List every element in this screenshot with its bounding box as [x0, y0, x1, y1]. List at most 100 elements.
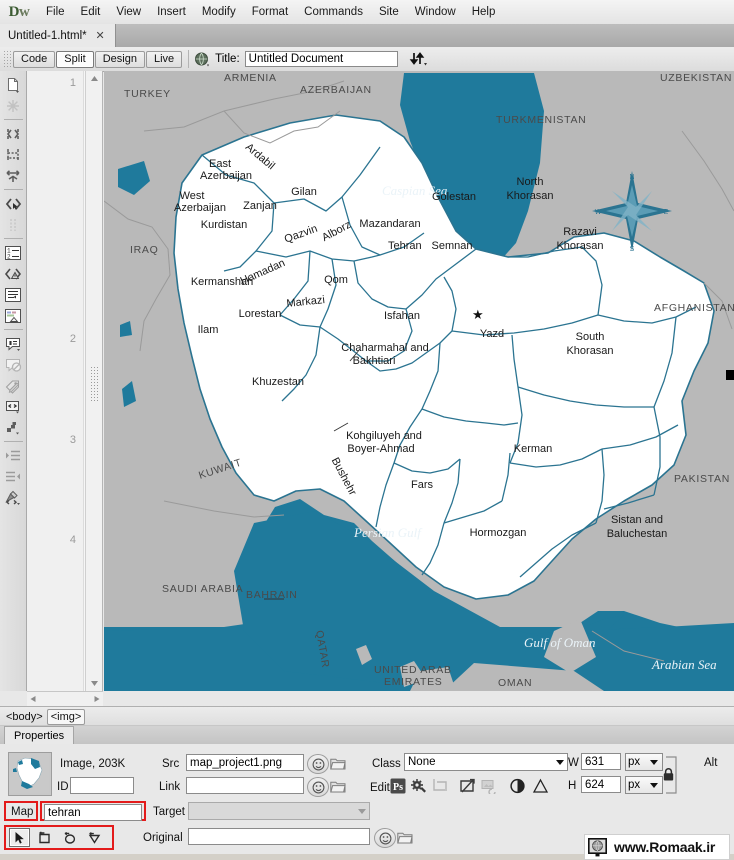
point-to-file-icon[interactable] [374, 828, 396, 848]
collapse-outside-selection-icon[interactable] [2, 145, 24, 165]
pointer-hotspot-tool[interactable] [9, 828, 30, 847]
map-label-uae-1: UNITED ARAB [374, 664, 452, 676]
image-resize-handle-right[interactable] [726, 370, 734, 380]
view-button-live[interactable]: Live [145, 50, 183, 68]
globe-monitor-icon [588, 838, 607, 857]
width-unit-select[interactable]: px [625, 753, 663, 771]
browse-folder-icon[interactable] [329, 778, 347, 794]
globe-preview-icon[interactable] [194, 52, 211, 67]
open-documents-icon[interactable] [2, 75, 24, 95]
menu-item-window[interactable]: Window [407, 3, 464, 21]
select-parent-tag-icon[interactable] [2, 194, 24, 214]
map-label-hormozgan: Hormozgan [470, 527, 527, 539]
highlight-invalid-code-2-icon[interactable] [2, 264, 24, 284]
original-input[interactable] [188, 828, 370, 845]
map-name-input[interactable] [44, 804, 142, 821]
menu-item-help[interactable]: Help [464, 3, 504, 21]
menu-item-insert[interactable]: Insert [149, 3, 194, 21]
map-label-ilam: Ilam [198, 324, 219, 336]
scroll-left-icon[interactable] [29, 695, 37, 703]
remove-comment-icon[interactable] [2, 355, 24, 375]
src-label: Src [162, 758, 180, 770]
format-source-code-icon[interactable] [2, 488, 24, 508]
brightness-contrast-icon[interactable] [479, 777, 499, 795]
scrollbar-thumb[interactable] [90, 366, 98, 402]
polygon-hotspot-tool[interactable] [84, 828, 105, 847]
code-horizontal-scrollbar[interactable] [27, 691, 103, 706]
highlight-invalid-code-icon[interactable] [2, 96, 24, 116]
expand-all-icon[interactable] [2, 166, 24, 186]
map-label-sistan-1: Sistan and [611, 514, 663, 526]
map-label-azerbaijan: AZERBAIJAN [300, 84, 372, 96]
contrast-icon[interactable] [507, 777, 527, 795]
src-input[interactable] [186, 754, 304, 771]
code-vertical-scrollbar[interactable] [85, 71, 102, 691]
menu-item-file[interactable]: File [38, 3, 73, 21]
menu-item-site[interactable]: Site [371, 3, 407, 21]
close-icon[interactable]: ✕ [95, 29, 106, 42]
height-unit-select[interactable]: px [625, 776, 663, 794]
coding-toolbar: 12 [0, 71, 27, 691]
document-toolbar: Code Split Design Live Title: [0, 47, 734, 72]
id-input[interactable] [70, 777, 134, 794]
properties-tab[interactable]: Properties [4, 726, 75, 744]
view-button-split[interactable]: Split [56, 50, 94, 68]
apply-comment-icon[interactable] [2, 334, 24, 354]
image-thumbnail [8, 752, 52, 796]
map-label-isfahan: Isfahan [384, 310, 420, 322]
indent-code-icon[interactable] [2, 446, 24, 466]
resample-icon[interactable] [458, 777, 478, 795]
browse-folder-icon[interactable] [329, 755, 347, 771]
tag-selector-body[interactable]: <body> [3, 710, 46, 724]
menu-item-edit[interactable]: Edit [73, 3, 109, 21]
document-tab-label: Untitled-1.html* [8, 29, 87, 42]
file-management-icon[interactable] [406, 49, 432, 69]
tag-selector-img[interactable]: <img> [46, 708, 86, 725]
design-view-canvas[interactable]: .cn{font-family:"Liberation Sans",sans-s… [104, 71, 734, 691]
move-or-convert-css-icon[interactable] [2, 418, 24, 438]
target-label: Target [153, 806, 185, 818]
menu-item-view[interactable]: View [108, 3, 149, 21]
balance-braces-icon[interactable] [2, 215, 24, 235]
map-label-oman: OMAN [498, 677, 532, 689]
iran-provinces-map-image[interactable]: .cn{font-family:"Liberation Sans",sans-s… [104, 71, 734, 691]
menu-item-format[interactable]: Format [244, 3, 296, 21]
scroll-up-icon[interactable] [86, 71, 102, 86]
point-to-file-icon[interactable] [307, 777, 329, 797]
target-select[interactable] [188, 802, 370, 820]
word-wrap-icon[interactable] [2, 285, 24, 305]
line-numbers-icon[interactable]: 12 [2, 243, 24, 263]
view-button-code[interactable]: Code [13, 50, 56, 68]
rectangular-hotspot-tool[interactable] [34, 828, 55, 847]
class-select[interactable]: None [404, 753, 568, 771]
menu-item-modify[interactable]: Modify [194, 3, 244, 21]
view-button-design[interactable]: Design [94, 50, 145, 68]
map-label-qom: Qom [324, 274, 348, 286]
height-input[interactable] [581, 776, 621, 793]
syntax-colouring-icon[interactable] [2, 306, 24, 326]
point-to-file-icon[interactable] [307, 754, 329, 774]
document-tab[interactable]: Untitled-1.html* ✕ [0, 24, 116, 47]
scroll-down-icon[interactable] [86, 676, 102, 691]
title-input[interactable] [244, 51, 398, 67]
map-label-khuzestan: Khuzestan [252, 376, 304, 388]
oval-hotspot-tool[interactable] [59, 828, 80, 847]
link-input[interactable] [186, 777, 304, 794]
menu-bar: Dw File Edit View Insert Modify Format C… [0, 0, 734, 25]
width-input[interactable] [581, 753, 621, 770]
toolbar-gripper[interactable] [3, 50, 11, 68]
browse-folder-icon[interactable] [396, 829, 414, 845]
collapse-full-tag-icon[interactable] [2, 124, 24, 144]
lock-icon[interactable] [662, 767, 675, 782]
scroll-right-icon[interactable] [93, 695, 101, 703]
crop-icon[interactable] [430, 777, 450, 795]
width-unit-value: px [628, 756, 641, 768]
outdent-code-icon[interactable] [2, 467, 24, 487]
menu-item-commands[interactable]: Commands [296, 3, 371, 21]
photoshop-icon[interactable]: Ps [388, 777, 408, 795]
wrap-tag-icon[interactable] [2, 376, 24, 396]
recent-snippets-icon[interactable] [2, 397, 24, 417]
optimize-icon[interactable] [409, 777, 429, 795]
map-label-mazandaran: Mazandaran [359, 218, 420, 230]
sharpen-icon[interactable] [530, 777, 550, 795]
